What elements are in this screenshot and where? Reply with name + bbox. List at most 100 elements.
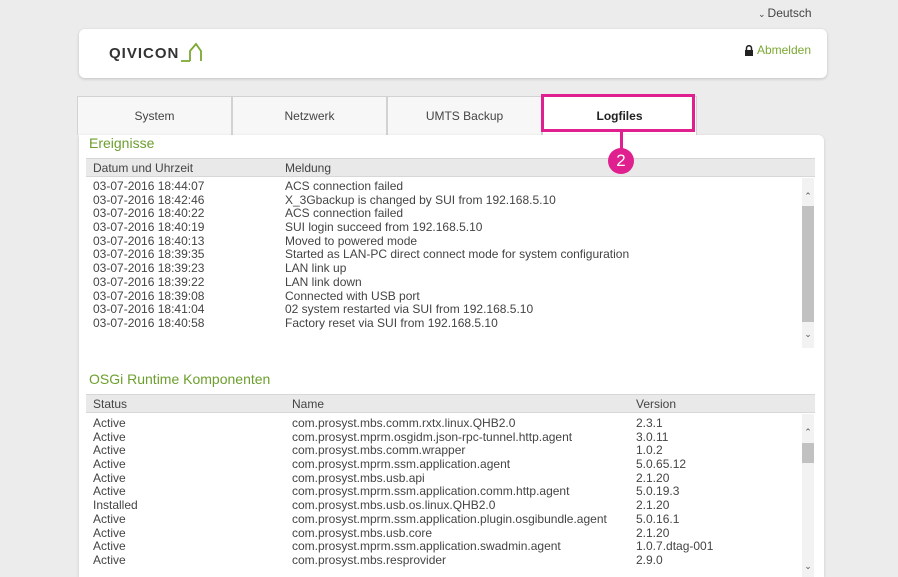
- component-version: 5.0.19.3: [636, 484, 680, 499]
- events-scrollbar[interactable]: ⌃ ⌄: [802, 178, 814, 348]
- event-datetime: 03-07-2016 18:40:13: [93, 233, 205, 248]
- component-status: Active: [93, 443, 126, 458]
- chevron-up-icon[interactable]: ⌃: [803, 426, 813, 438]
- component-status: Active: [93, 429, 126, 444]
- column-header-name: Name: [292, 397, 325, 411]
- event-message: X_3Gbackup is changed by SUI from 192.16…: [285, 192, 556, 207]
- component-version: 2.1.20: [636, 525, 670, 540]
- callout-badge: 2: [608, 148, 634, 174]
- table-row: Active com.prosyst.mprm.ssm.application.a…: [86, 457, 801, 472]
- tab-umts-backup[interactable]: UMTS Backup: [387, 96, 542, 135]
- tab-logfiles[interactable]: Logfiles: [542, 96, 697, 135]
- event-message: 02 system restarted via SUI from 192.168…: [285, 302, 534, 317]
- table-row: Active com.prosyst.mprm.ssm.application.p…: [86, 511, 801, 527]
- component-name: com.prosyst.mbs.comm.rxtx.linux.QHB2.0: [292, 416, 516, 430]
- language-selector[interactable]: ⌄ Deutsch: [758, 6, 812, 20]
- component-status: Active: [93, 539, 126, 554]
- language-label: Deutsch: [767, 6, 812, 20]
- event-message: Connected with USB port: [285, 288, 420, 303]
- events-title: Ereignisse: [89, 135, 155, 151]
- event-datetime: 03-07-2016 18:40:58: [93, 315, 205, 330]
- tab-bar: System Netzwerk UMTS Backup Logfiles: [77, 96, 697, 135]
- component-version: 5.0.65.12: [636, 457, 687, 472]
- component-name: com.prosyst.mbs.usb.os.linux.QHB2.0: [292, 498, 496, 513]
- components-list: Active com.prosyst.mbs.comm.rxtx.linux.QH…: [86, 416, 801, 568]
- table-row: 03-07-2016 18:40:58 Factory reset via SUI…: [86, 315, 801, 331]
- component-status: Installed: [93, 498, 138, 513]
- event-message: ACS connection failed: [285, 206, 404, 221]
- chevron-down-icon[interactable]: ⌄: [803, 328, 813, 340]
- component-status: Active: [93, 457, 126, 472]
- event-message: Started as LAN-PC direct connect mode fo…: [285, 247, 630, 262]
- event-datetime: 03-07-2016 18:44:07: [93, 179, 205, 193]
- table-row: Active com.prosyst.mbs.comm.rxtx.linux.QH…: [86, 416, 801, 431]
- component-version: 2.1.20: [636, 498, 670, 513]
- column-header-date: Datum und Uhrzeit: [93, 161, 194, 175]
- lock-icon: [744, 44, 753, 56]
- event-message: ACS connection failed: [285, 179, 404, 193]
- component-name: com.prosyst.mprm.ssm.application.comm.ht…: [292, 484, 570, 499]
- table-row: Installed com.prosyst.mbs.usb.os.linux.QH…: [86, 498, 801, 513]
- header-bar: QIVICON Abmelden: [79, 29, 827, 78]
- components-scrollbar[interactable]: ⌃ ⌄: [802, 414, 814, 577]
- events-table-header: Datum und Uhrzeit Meldung: [86, 158, 815, 177]
- callout-connector: [620, 131, 623, 149]
- scrollbar-thumb[interactable]: [802, 443, 814, 463]
- event-datetime: 03-07-2016 18:42:46: [93, 192, 205, 207]
- qivicon-logo: QIVICON: [109, 41, 203, 63]
- scrollbar-thumb[interactable]: [802, 206, 814, 322]
- table-row: 03-07-2016 18:42:46 X_3Gbackup is changed…: [86, 192, 801, 208]
- component-name: com.prosyst.mbs.comm.wrapper: [292, 443, 466, 458]
- component-name: com.prosyst.mbs.usb.api: [292, 470, 425, 485]
- table-row: 03-07-2016 18:39:08 Connected with USB po…: [86, 288, 801, 304]
- component-name: com.prosyst.mbs.usb.core: [292, 525, 433, 540]
- event-datetime: 03-07-2016 18:39:35: [93, 247, 205, 262]
- event-datetime: 03-07-2016 18:39:23: [93, 261, 205, 276]
- event-message: SUI login succeed from 192.168.5.10: [285, 220, 483, 235]
- table-row: 03-07-2016 18:41:04 02 system restarted v…: [86, 302, 801, 317]
- component-status: Active: [93, 416, 126, 430]
- component-version: 2.1.20: [636, 470, 670, 485]
- component-status: Active: [93, 511, 126, 526]
- component-status: Active: [93, 470, 126, 485]
- component-name: com.prosyst.mbs.resprovider: [292, 552, 447, 567]
- logout-label: Abmelden: [756, 43, 811, 57]
- event-datetime: 03-07-2016 18:40:19: [93, 220, 205, 235]
- chevron-down-icon: ⌄: [758, 9, 766, 19]
- event-message: Moved to powered mode: [285, 233, 418, 248]
- table-row: 03-07-2016 18:44:07 ACS connection failed: [86, 179, 801, 194]
- table-row: 03-07-2016 18:39:22 LAN link down: [86, 274, 801, 290]
- components-table-header: Status Name Version: [86, 394, 815, 413]
- table-row: Active com.prosyst.mprm.osgidm.json-rpc-t…: [86, 429, 801, 445]
- component-status: Active: [93, 552, 126, 567]
- tab-netzwerk[interactable]: Netzwerk: [232, 96, 387, 135]
- table-row: Active com.prosyst.mbs.comm.wrapper 1.0.2: [86, 444, 801, 458]
- event-message: LAN link down: [285, 274, 362, 289]
- event-message: Factory reset via SUI from 192.168.5.10: [285, 315, 498, 330]
- component-version: 2.9.0: [636, 552, 663, 567]
- event-message: LAN link up: [285, 261, 347, 276]
- component-name: com.prosyst.mprm.ssm.application.agent: [292, 457, 511, 472]
- table-row: Active com.prosyst.mbs.usb.core 2.1.20: [86, 525, 801, 541]
- component-version: 3.0.11: [636, 429, 669, 444]
- column-header-version: Version: [636, 397, 677, 411]
- table-row: Active com.prosyst.mbs.usb.api 2.1.20: [86, 470, 801, 486]
- tab-system[interactable]: System: [77, 96, 232, 135]
- table-row: 03-07-2016 18:40:19 SUI login succeed fro…: [86, 220, 801, 235]
- table-row: 03-07-2016 18:39:23 LAN link up: [86, 261, 801, 276]
- chevron-up-icon[interactable]: ⌃: [803, 190, 813, 202]
- table-row: 03-07-2016 18:40:22 ACS connection failed: [86, 207, 801, 221]
- logfiles-panel: Ereignisse Datum und Uhrzeit Meldung 03-…: [79, 135, 824, 577]
- event-datetime: 03-07-2016 18:39:08: [93, 288, 205, 303]
- table-row: 03-07-2016 18:40:13 Moved to powered mode: [86, 233, 801, 249]
- component-version: 1.0.7.dtag-001: [636, 539, 714, 554]
- components-title: OSGi Runtime Komponenten: [89, 371, 271, 387]
- component-version: 2.3.1: [636, 416, 663, 430]
- component-name: com.prosyst.mprm.osgidm.json-rpc-tunnel.…: [292, 429, 573, 444]
- chevron-down-icon[interactable]: ⌄: [803, 560, 813, 572]
- component-status: Active: [93, 484, 126, 499]
- logout-button[interactable]: Abmelden: [744, 43, 811, 57]
- logo-text: QIVICON: [109, 45, 180, 62]
- table-row: 03-07-2016 18:39:35 Started as LAN-PC dir…: [86, 248, 801, 262]
- table-row: Active com.prosyst.mprm.ssm.application.c…: [86, 485, 801, 499]
